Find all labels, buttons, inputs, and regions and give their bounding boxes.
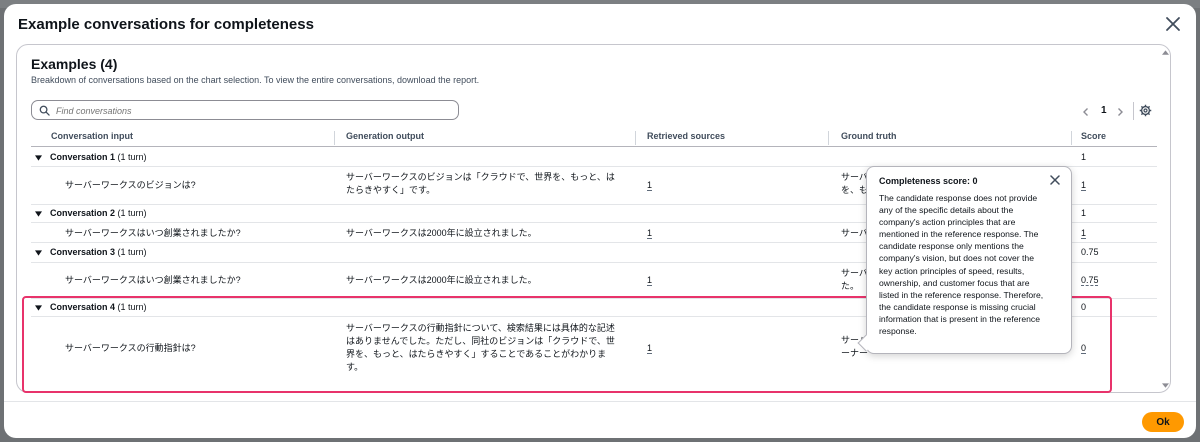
group-row-conversation-1[interactable]: Conversation 1 (1 turn) 1 [31, 149, 1157, 167]
conversation-input: サーバーワークスの行動指針は? [65, 343, 196, 353]
score-link[interactable]: 1 [1081, 227, 1086, 240]
scroll-up-icon[interactable] [1162, 50, 1169, 55]
group-score: 0.75 [1081, 247, 1099, 257]
column-header-score[interactable]: Score [1081, 131, 1106, 141]
retrieved-sources-link[interactable]: 1 [647, 179, 652, 192]
scroll-down-icon[interactable] [1162, 383, 1169, 388]
conversation-input: サーバーワークスのビジョンは? [65, 180, 196, 190]
close-icon[interactable] [1050, 175, 1060, 185]
examples-description: Breakdown of conversations based on the … [31, 75, 480, 85]
group-title: Conversation 4 (1 turn) [50, 302, 147, 312]
ok-button[interactable]: Ok [1142, 412, 1184, 432]
group-score: 1 [1081, 152, 1087, 162]
gear-icon[interactable] [1139, 104, 1152, 117]
caret-down-icon[interactable] [35, 211, 42, 217]
close-icon[interactable] [1164, 15, 1182, 33]
retrieved-sources-link[interactable]: 1 [647, 274, 652, 287]
search-box [31, 100, 459, 120]
chevron-right-icon[interactable] [1115, 107, 1125, 117]
group-title: Conversation 2 (1 turn) [50, 208, 147, 218]
score-link[interactable]: 0 [1081, 342, 1086, 355]
conversation-input: サーバーワークスはいつ創業されましたか? [65, 228, 241, 238]
generation-output: サーバーワークスは2000年に設立されました。 [346, 228, 537, 238]
generation-output: サーバーワークスは2000年に設立されました。 [346, 275, 537, 285]
caret-down-icon[interactable] [35, 250, 42, 256]
footer-divider [4, 401, 1196, 402]
column-header-output[interactable]: Generation output [346, 131, 424, 141]
modal-title: Example conversations for completeness [18, 16, 314, 33]
group-title: Conversation 3 (1 turn) [50, 247, 147, 257]
current-page[interactable]: 1 [1101, 105, 1107, 116]
column-header-sources[interactable]: Retrieved sources [647, 131, 725, 141]
ground-truth: サーバ [841, 228, 868, 238]
popover-body: The candidate response does not provide … [879, 193, 1044, 337]
table-header: Conversation input Generation output Ret… [31, 129, 1157, 147]
retrieved-sources-link[interactable]: 1 [647, 227, 652, 240]
generation-output: サーバーワークスのビジョンは「クラウドで、世界を、もっと、は たらきやすく」です。 [346, 172, 615, 195]
popover-title: Completeness score: 0 [879, 176, 978, 186]
search-input[interactable] [54, 103, 444, 118]
column-separator [1071, 131, 1072, 145]
column-separator [828, 131, 829, 145]
column-separator [334, 131, 335, 145]
group-score: 1 [1081, 208, 1087, 218]
completeness-popover: Completeness score: 0 The candidate resp… [857, 166, 1072, 354]
caret-down-icon[interactable] [35, 155, 42, 161]
group-score: 0 [1081, 302, 1087, 312]
score-link[interactable]: 0.75 [1081, 274, 1099, 287]
retrieved-sources-link[interactable]: 1 [647, 342, 652, 355]
ground-truth: サーバ た。 [841, 268, 868, 291]
score-link[interactable]: 1 [1081, 179, 1086, 192]
examples-title: Examples (4) [31, 56, 118, 72]
group-title: Conversation 1 (1 turn) [50, 152, 147, 162]
search-icon [39, 105, 50, 116]
ground-truth: サーバ を、も [841, 172, 869, 195]
column-separator [635, 131, 636, 145]
chevron-left-icon[interactable] [1081, 107, 1091, 117]
conversation-input: サーバーワークスはいつ創業されましたか? [65, 275, 241, 285]
column-header-ground-truth[interactable]: Ground truth [841, 131, 897, 141]
pager-divider [1133, 102, 1134, 120]
column-header-input[interactable]: Conversation input [51, 131, 133, 141]
generation-output: サーバーワークスの行動指針について、検索結果には具体的な記述 はありませんでした。… [346, 323, 615, 372]
caret-down-icon[interactable] [35, 305, 42, 311]
